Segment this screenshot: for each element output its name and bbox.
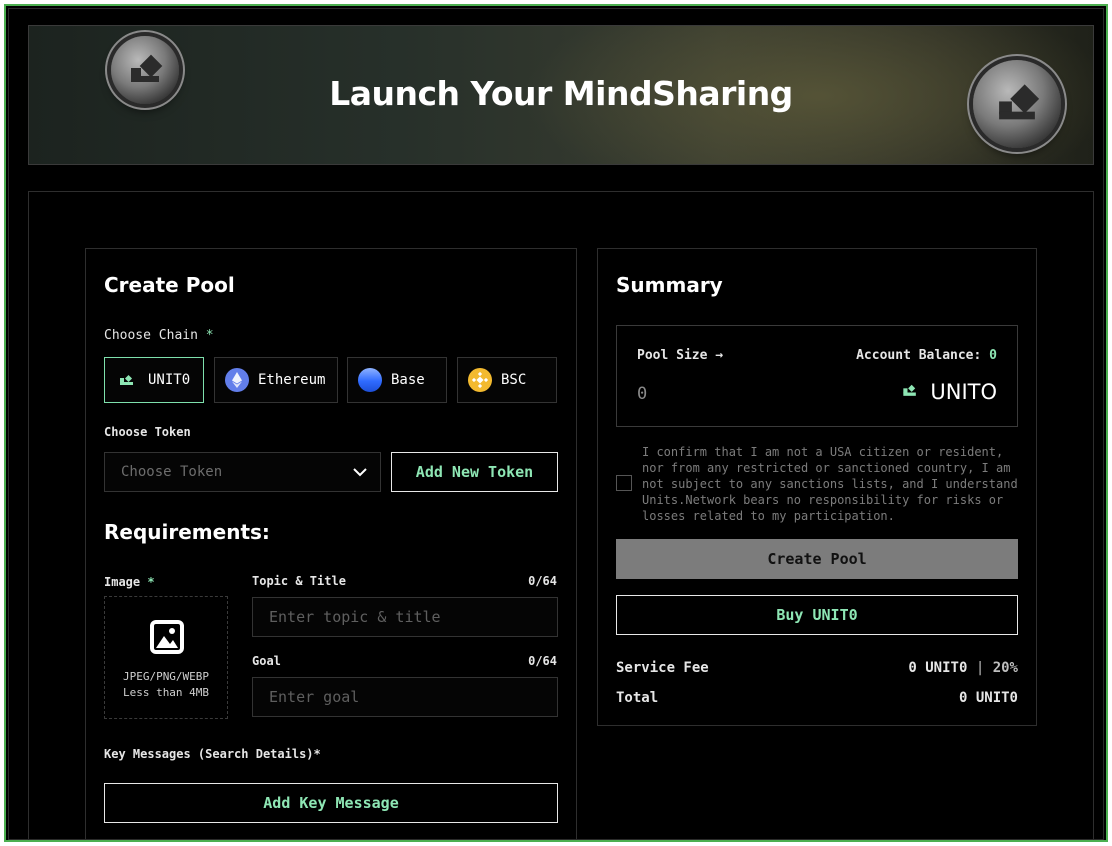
app-container: Launch Your MindSharing Create Pool Choo… bbox=[8, 8, 1104, 840]
summary-title: Summary bbox=[616, 273, 723, 297]
goal-placeholder: Enter goal bbox=[269, 688, 360, 706]
unit0-icon bbox=[900, 380, 920, 404]
confirm-checkbox[interactable] bbox=[616, 475, 632, 491]
pool-size-label: Pool Size → bbox=[637, 348, 724, 363]
app-frame: Launch Your MindSharing Create Pool Choo… bbox=[4, 4, 1108, 842]
total-label: Total bbox=[616, 690, 659, 706]
base-icon bbox=[358, 368, 382, 392]
page-title: Launch Your MindSharing bbox=[329, 74, 793, 113]
main-panel: Create Pool Choose Chain * UNIT0 Ethereu… bbox=[28, 191, 1094, 839]
goal-input[interactable]: Enter goal bbox=[252, 677, 558, 717]
image-upload-hint: JPEG/PNG/WEBP Less than 4MB bbox=[122, 670, 210, 699]
create-pool-title: Create Pool bbox=[104, 273, 235, 297]
chain-option-ethereum[interactable]: Ethereum bbox=[214, 357, 338, 403]
pool-size-value: 0 bbox=[637, 384, 648, 404]
ethereum-icon bbox=[225, 368, 249, 392]
buy-unit0-button[interactable]: Buy UNIT0 bbox=[616, 595, 1018, 635]
pool-token: UNITO bbox=[900, 380, 997, 404]
topic-title-input[interactable]: Enter topic & title bbox=[252, 597, 558, 637]
image-upload-dropzone[interactable]: JPEG/PNG/WEBP Less than 4MB bbox=[104, 596, 228, 719]
chain-option-bsc[interactable]: BSC bbox=[457, 357, 557, 403]
summary-card: Summary Pool Size → Account Balance: 0 0 bbox=[597, 248, 1037, 726]
key-messages-label: Key Messages (Search Details)* bbox=[104, 747, 321, 761]
create-pool-button[interactable]: Create Pool bbox=[616, 539, 1018, 579]
token-select[interactable]: Choose Token bbox=[104, 452, 381, 492]
requirements-title: Requirements: bbox=[104, 520, 270, 544]
pool-size-box: Pool Size → Account Balance: 0 0 UNITO bbox=[616, 325, 1018, 427]
image-label: Image * bbox=[104, 575, 155, 589]
disclaimer-text: I confirm that I am not a USA citizen or… bbox=[642, 445, 1018, 523]
topic-title-label: Topic & Title bbox=[252, 574, 346, 588]
chain-label: UNIT0 bbox=[148, 372, 191, 388]
choose-token-label: Choose Token bbox=[104, 425, 191, 439]
token-select-placeholder: Choose Token bbox=[121, 464, 223, 480]
service-fee-value: 0 UNIT0 | 20% bbox=[908, 660, 1018, 676]
add-new-token-button[interactable]: Add New Token bbox=[391, 452, 558, 492]
chain-option-unit0[interactable]: UNIT0 bbox=[104, 357, 204, 403]
service-fee-label: Service Fee bbox=[616, 660, 709, 676]
add-key-message-button[interactable]: Add Key Message bbox=[104, 783, 558, 823]
topic-title-placeholder: Enter topic & title bbox=[269, 608, 441, 626]
create-pool-card: Create Pool Choose Chain * UNIT0 Ethereu… bbox=[85, 248, 577, 839]
goal-char-counter: 0/64 bbox=[528, 654, 557, 668]
chevron-down-icon bbox=[352, 464, 368, 484]
unit0-icon bbox=[115, 368, 139, 392]
goal-label: Goal bbox=[252, 654, 281, 668]
account-balance: Account Balance: 0 bbox=[856, 348, 997, 363]
service-fee-row: Service Fee 0 UNIT0 | 20% bbox=[616, 660, 1018, 676]
chain-label: BSC bbox=[501, 372, 527, 388]
account-balance-value: 0 bbox=[989, 348, 997, 363]
choose-chain-label: Choose Chain * bbox=[104, 328, 214, 343]
chain-label: Ethereum bbox=[258, 372, 326, 388]
total-value: 0 UNIT0 bbox=[958, 690, 1018, 706]
topic-char-counter: 0/64 bbox=[528, 574, 557, 588]
chain-option-base[interactable]: Base bbox=[347, 357, 447, 403]
chain-label: Base bbox=[391, 372, 425, 388]
image-icon bbox=[149, 619, 185, 658]
total-row: Total 0 UNIT0 bbox=[616, 690, 1018, 706]
hero-banner: Launch Your MindSharing bbox=[28, 25, 1094, 165]
bsc-icon bbox=[468, 368, 492, 392]
pool-token-name: UNITO bbox=[930, 380, 997, 404]
coin-logo-icon bbox=[973, 60, 1061, 148]
